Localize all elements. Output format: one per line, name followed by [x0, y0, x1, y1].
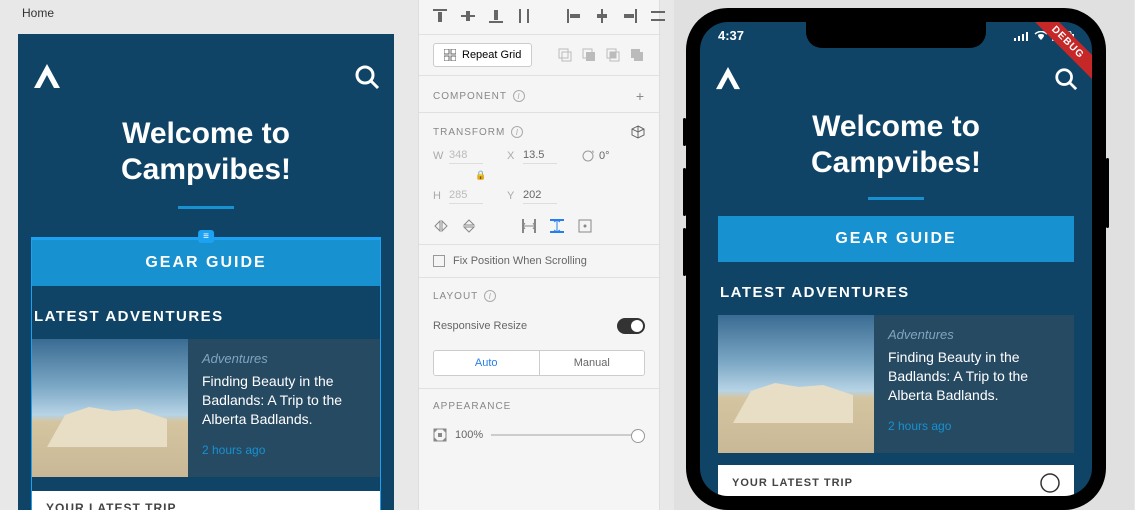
underline [868, 197, 924, 200]
card-timestamp: 2 hours ago [888, 419, 1060, 433]
align-middle-icon[interactable] [461, 8, 475, 24]
rotate-icon[interactable] [581, 149, 595, 163]
phone-volume-up [683, 168, 686, 216]
card-image [718, 315, 874, 453]
card-title: Finding Beauty in the Badlands: A Trip t… [202, 372, 366, 429]
align-right-icon[interactable] [623, 8, 637, 24]
welcome-title: Welcome toCampvibes! [38, 116, 374, 188]
underline [178, 206, 234, 209]
artboard-canvas[interactable]: Welcome toCampvibes! ≡ GEAR GUIDE LATEST… [18, 34, 394, 510]
appearance-section-header: APPEARANCE [419, 389, 659, 420]
opacity-icon [433, 428, 447, 442]
phone-power-button [1106, 158, 1109, 228]
add-boolean-icon[interactable] [557, 47, 573, 63]
x-input[interactable] [523, 147, 557, 164]
search-icon[interactable] [354, 64, 380, 90]
grid-icon [444, 49, 456, 61]
repeat-grid-row: Repeat Grid [419, 35, 659, 76]
phone-frame: DEBUG 4:37 Welcome toCampvibes! GEAR GUI… [686, 8, 1106, 510]
gear-guide-button[interactable]: GEAR GUIDE [32, 238, 380, 286]
flip-vertical-icon[interactable] [461, 218, 477, 234]
cube-3d-icon[interactable] [631, 125, 645, 139]
layout-section-header: LAYOUT i [419, 278, 659, 310]
align-center-icon[interactable] [595, 8, 609, 24]
fix-position-label: Fix Position When Scrolling [453, 255, 587, 267]
responsive-toggle[interactable] [617, 318, 645, 334]
chevron-icon [1040, 473, 1060, 493]
transform-section-header: TRANSFORM i [419, 113, 659, 147]
height-input[interactable] [449, 187, 483, 204]
phone-side-button [683, 118, 686, 146]
your-trip-section[interactable]: YOUR LATEST TRIP [718, 465, 1074, 496]
info-icon[interactable]: i [484, 290, 496, 302]
lock-icon[interactable]: 🔒 [475, 170, 486, 181]
card-timestamp: 2 hours ago [202, 443, 366, 457]
resize-mode-segment[interactable]: Auto Manual [433, 350, 645, 376]
card-title: Finding Beauty in the Badlands: A Trip t… [888, 348, 1060, 405]
fix-position-row[interactable]: Fix Position When Scrolling [419, 245, 659, 278]
rotation-value[interactable]: 0° [599, 150, 610, 162]
responsive-resize-label: Responsive Resize [433, 320, 527, 332]
logo-icon [714, 67, 742, 91]
search-icon[interactable] [1054, 67, 1078, 91]
opacity-slider[interactable] [491, 434, 645, 436]
card-category: Adventures [202, 351, 366, 366]
signal-icon [1014, 31, 1030, 41]
align-left-icon[interactable] [567, 8, 581, 24]
align-toolbar [419, 0, 659, 35]
height-field[interactable]: H [433, 187, 497, 204]
stack-badge-icon[interactable]: ≡ [198, 230, 214, 243]
scroll-both-icon[interactable] [577, 218, 593, 234]
width-field[interactable]: W [433, 147, 497, 164]
exclude-boolean-icon[interactable] [629, 47, 645, 63]
phone-notch [806, 22, 986, 48]
phone-preview-area: DEBUG 4:37 Welcome toCampvibes! GEAR GUI… [674, 0, 1134, 510]
hero-section: Welcome toCampvibes! [18, 34, 394, 219]
component-section-header: COMPONENT i + [419, 76, 659, 112]
x-field[interactable]: X [507, 147, 571, 164]
logo-icon [32, 64, 62, 90]
info-icon[interactable]: i [511, 126, 523, 138]
card-image [32, 339, 188, 477]
phone-volume-down [683, 228, 686, 276]
card-category: Adventures [888, 327, 1060, 342]
flip-horizontal-icon[interactable] [433, 218, 449, 234]
y-input[interactable] [523, 187, 557, 204]
breadcrumb[interactable]: Home [22, 6, 54, 20]
selection-box[interactable]: ≡ GEAR GUIDE LATEST ADVENTURES Adventure… [32, 238, 380, 510]
latest-adventures-heading: LATEST ADVENTURES [718, 262, 1074, 315]
distribute-horizontal-icon[interactable] [651, 8, 665, 24]
align-top-icon[interactable] [433, 8, 447, 24]
opacity-value[interactable]: 100% [455, 429, 483, 441]
adventure-card[interactable]: Adventures Finding Beauty in the Badland… [718, 315, 1074, 453]
latest-adventures-heading: LATEST ADVENTURES [32, 286, 380, 339]
y-field[interactable]: Y [507, 187, 571, 204]
your-trip-section[interactable]: YOUR LATEST TRIP [32, 491, 380, 510]
subtract-boolean-icon[interactable] [581, 47, 597, 63]
info-icon[interactable]: i [513, 90, 525, 102]
scroll-vertical-icon[interactable] [549, 218, 565, 234]
repeat-grid-button[interactable]: Repeat Grid [433, 43, 532, 67]
gear-guide-button[interactable]: GEAR GUIDE [718, 216, 1074, 262]
distribute-vertical-icon[interactable] [517, 8, 531, 24]
intersect-boolean-icon[interactable] [605, 47, 621, 63]
checkbox-icon[interactable] [433, 255, 445, 267]
auto-button[interactable]: Auto [434, 351, 540, 375]
manual-button[interactable]: Manual [540, 351, 645, 375]
adventure-card[interactable]: Adventures Finding Beauty in the Badland… [32, 339, 380, 477]
scroll-horizontal-icon[interactable] [521, 218, 537, 234]
status-time: 4:37 [718, 28, 744, 43]
properties-panel: Repeat Grid COMPONENT i + TRANSFORM i W … [418, 0, 660, 510]
add-component-icon[interactable]: + [636, 88, 645, 104]
align-bottom-icon[interactable] [489, 8, 503, 24]
width-input[interactable] [449, 147, 483, 164]
welcome-title: Welcome toCampvibes! [720, 109, 1072, 181]
